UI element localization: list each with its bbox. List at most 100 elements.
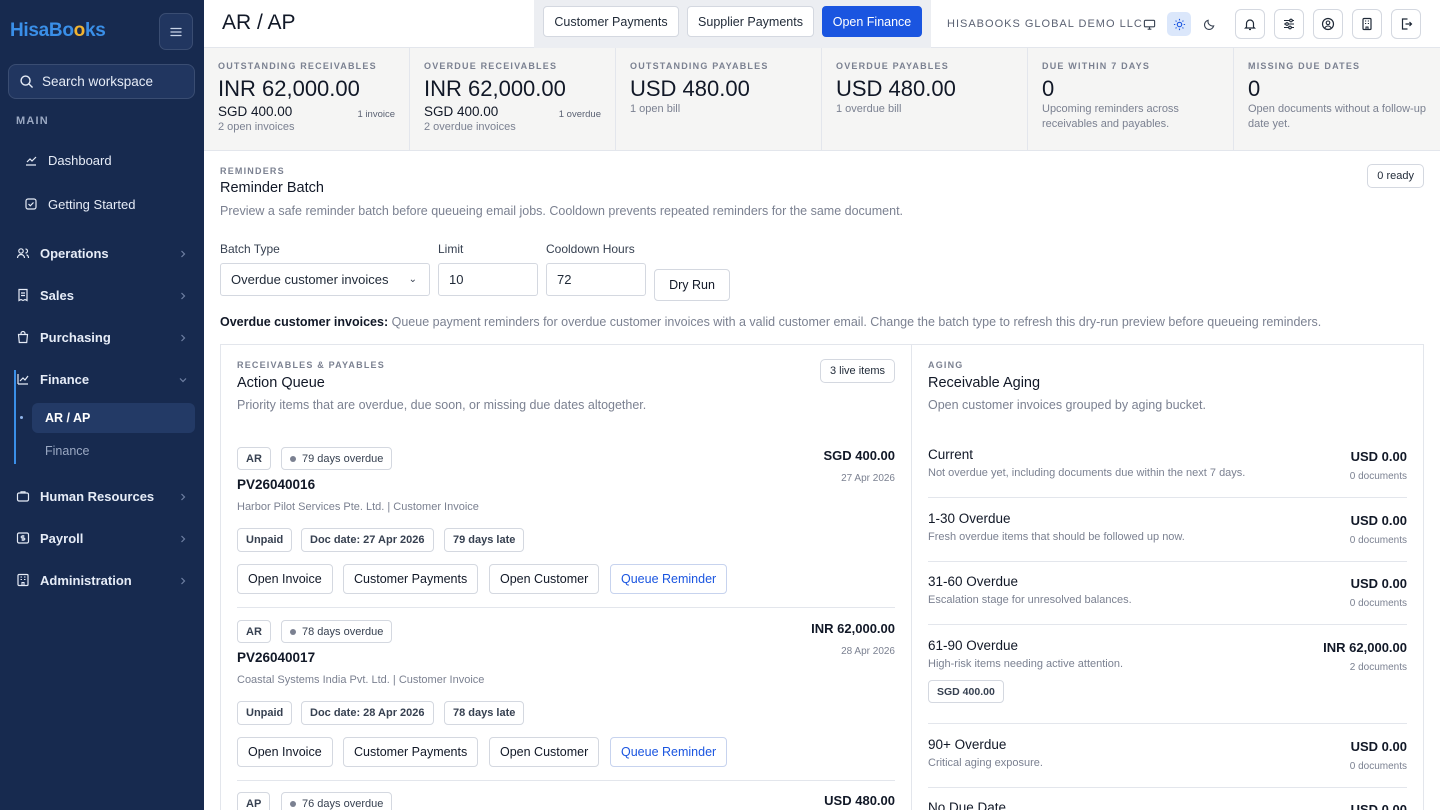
sidebar-item-payroll[interactable]: Payroll <box>16 523 196 553</box>
profile-button[interactable] <box>1313 9 1343 39</box>
kpi-label: MISSING DUE DATES <box>1248 61 1361 71</box>
theme-dark-button[interactable] <box>1197 12 1221 36</box>
aging-description: Open customer invoices grouped by aging … <box>928 398 1206 412</box>
item-amount: USD 480.00 <box>824 793 895 808</box>
kpi-overdue-receivables: OVERDUE RECEIVABLES INR 62,000.00 SGD 40… <box>410 48 616 151</box>
sidebar-item-finance[interactable]: Finance <box>16 364 196 394</box>
chevron-right-icon <box>178 532 188 543</box>
item-date: 28 Apr 2026 <box>841 646 895 657</box>
sidebar-item-sales[interactable]: Sales <box>16 280 196 310</box>
supplier-payments-button[interactable]: Supplier Payments <box>687 6 814 37</box>
notifications-button[interactable] <box>1235 9 1265 39</box>
kpi-label: OVERDUE RECEIVABLES <box>424 61 558 71</box>
sidebar-item-label: Finance <box>40 371 90 387</box>
item-type-tag: AR <box>237 620 271 643</box>
sidebar-item-label: Getting Started <box>48 196 136 212</box>
preferences-button[interactable] <box>1274 9 1304 39</box>
logout-button[interactable] <box>1391 9 1421 39</box>
sidebar-item-human-resources[interactable]: Human Resources <box>16 481 196 511</box>
kpi-note: Open documents without a follow-up date … <box>1248 103 1426 130</box>
days-late-chip: 79 days late <box>444 528 525 552</box>
sidebar-item-finance-sub[interactable]: Finance <box>32 436 195 466</box>
kpi-due-within-7-days: DUE WITHIN 7 DAYS 0 Upcoming reminders a… <box>1028 48 1234 151</box>
sidebar-item-label: Finance <box>45 444 90 458</box>
chart-line-icon <box>24 153 38 167</box>
sidebar-toggle-button[interactable] <box>159 13 193 50</box>
cooldown-hours-input[interactable]: 72 <box>546 263 646 296</box>
bucket-extra-amount-chip: SGD 400.00 <box>928 680 1004 703</box>
open-customer-button[interactable]: Open Customer <box>489 564 600 594</box>
bucket-title: No Due Date <box>928 800 1007 810</box>
queue-reminder-button[interactable]: Queue Reminder <box>610 564 728 594</box>
kpi-missing-due-dates: MISSING DUE DATES 0 Open documents witho… <box>1234 48 1440 151</box>
aging-bucket-61-90: 61-90 Overdue High-risk items needing ac… <box>928 638 1407 724</box>
open-invoice-button[interactable]: Open Invoice <box>237 737 333 767</box>
checklist-icon <box>24 197 38 211</box>
bucket-count: 0 documents <box>1349 471 1407 482</box>
payment-status-chip: Unpaid <box>237 528 293 552</box>
app-logo[interactable]: HisaBooks <box>10 20 106 42</box>
queue-reminder-button[interactable]: Queue Reminder <box>610 737 728 767</box>
action-queue-description: Priority items that are overdue, due soo… <box>237 398 647 412</box>
batch-info-description: Queue payment reminders for overdue cust… <box>391 315 1322 329</box>
open-finance-button[interactable]: Open Finance <box>822 6 922 37</box>
kpi-value: INR 62,000.00 <box>424 76 566 101</box>
kpi-note: 1 open bill <box>630 103 681 116</box>
sidebar-item-ar-ap[interactable]: AR / AP <box>32 403 195 433</box>
bucket-description: Escalation stage for unresolved balances… <box>928 594 1132 606</box>
kpi-value: 0 <box>1248 76 1261 101</box>
sidebar: HisaBooks Search workspace MAIN Dashboar… <box>0 0 204 810</box>
open-invoice-button[interactable]: Open Invoice <box>237 564 333 594</box>
batch-info-text: Overdue customer invoices: Queue payment… <box>220 315 1321 329</box>
user-circle-icon <box>1321 17 1335 31</box>
sidebar-item-administration[interactable]: Administration <box>16 565 196 595</box>
search-icon <box>20 75 33 88</box>
bucket-amount: USD 0.00 <box>1350 802 1407 810</box>
bucket-title: Current <box>928 447 974 462</box>
sidebar-item-purchasing[interactable]: Purchasing <box>16 322 196 352</box>
reminder-batch-description: Preview a safe reminder batch before que… <box>220 204 904 218</box>
dollar-icon <box>16 531 30 545</box>
batch-info-title: Overdue customer invoices: <box>220 315 389 329</box>
aging-bucket-90-plus: 90+ Overdue Critical aging exposure. USD… <box>928 737 1407 788</box>
document-number[interactable]: PV26040017 <box>237 650 315 665</box>
status-dot-icon <box>290 628 296 635</box>
overdue-status-tag: 79 days overdue <box>281 447 393 470</box>
kpi-value: USD 480.00 <box>836 76 956 101</box>
bucket-amount: INR 62,000.00 <box>1323 640 1407 655</box>
bell-icon <box>1244 19 1256 31</box>
customer-payments-button[interactable]: Customer Payments <box>543 6 679 37</box>
theme-light-button[interactable] <box>1167 12 1191 36</box>
doc-date-chip: Doc date: 27 Apr 2026 <box>301 528 434 552</box>
bucket-title: 90+ Overdue <box>928 737 1007 752</box>
company-switch-button[interactable] <box>1352 9 1382 39</box>
theme-system-button[interactable] <box>1137 12 1161 36</box>
batch-type-select[interactable]: Overdue customer invoices ⌄ <box>220 263 430 296</box>
customer-payments-button[interactable]: Customer Payments <box>343 737 479 767</box>
queue-item: AP 76 days overdue USD 480.00 <box>237 792 895 810</box>
chevron-right-icon <box>178 574 188 585</box>
overdue-status-tag: 78 days overdue <box>281 620 393 643</box>
bucket-amount: USD 0.00 <box>1350 739 1407 754</box>
queue-item: AR 79 days overdue SGD 400.00 27 Apr 202… <box>237 447 895 608</box>
action-queue-eyebrow: RECEIVABLES & PAYABLES <box>237 360 385 370</box>
sidebar-item-dashboard[interactable]: Dashboard <box>24 145 204 175</box>
chevron-right-icon <box>178 490 188 501</box>
aging-bucket-no-due-date: No Due Date USD 0.00 <box>928 800 1407 810</box>
shopping-bag-icon <box>16 330 30 344</box>
open-customer-button[interactable]: Open Customer <box>489 737 600 767</box>
dry-run-button[interactable]: Dry Run <box>654 269 730 301</box>
document-number[interactable]: PV26040016 <box>237 477 315 492</box>
building-icon <box>1362 17 1372 31</box>
customer-payments-button[interactable]: Customer Payments <box>343 564 479 594</box>
kpi-note: 2 overdue invoices <box>424 121 516 134</box>
aging-bucket-current: Current Not overdue yet, including docum… <box>928 447 1407 498</box>
sidebar-item-operations[interactable]: Operations <box>16 238 196 268</box>
sun-icon <box>1173 18 1185 30</box>
search-input[interactable]: Search workspace <box>8 64 195 99</box>
limit-input[interactable]: 10 <box>438 263 538 296</box>
kpi-label: OUTSTANDING PAYABLES <box>630 61 769 71</box>
sidebar-item-getting-started[interactable]: Getting Started <box>24 189 204 219</box>
item-type-tag: AP <box>237 792 271 810</box>
status-dot-icon <box>290 455 296 462</box>
